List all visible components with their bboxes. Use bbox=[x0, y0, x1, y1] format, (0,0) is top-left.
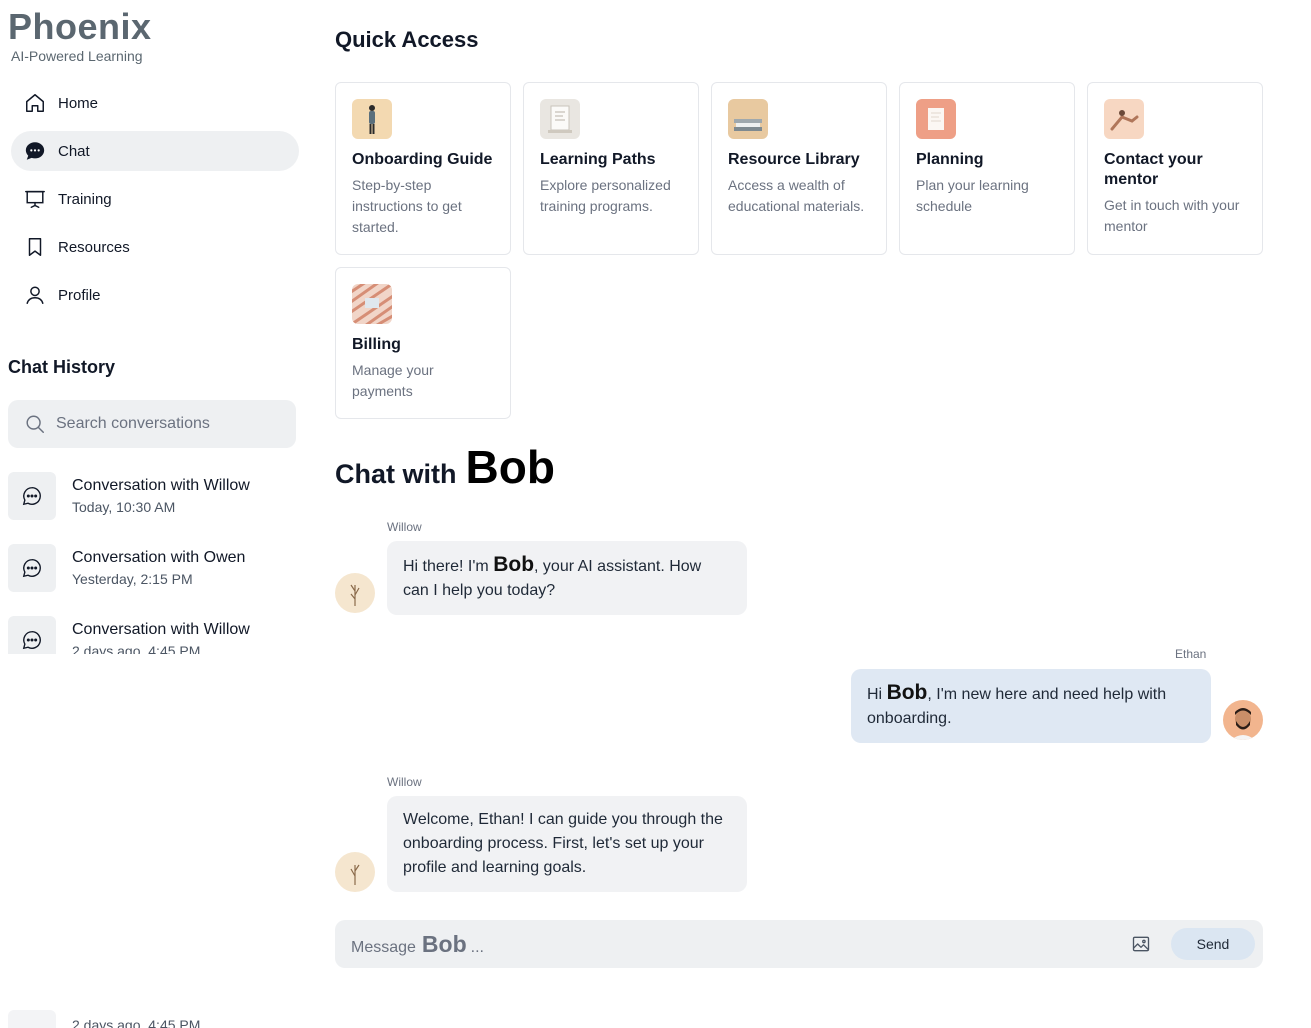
conversation-title: Conversation with Willow bbox=[72, 477, 250, 494]
chat-title: Chat with Bob bbox=[335, 440, 555, 494]
card-resource-library[interactable]: Resource Library Access a wealth of educ… bbox=[711, 82, 887, 255]
card-title: Billing bbox=[352, 336, 401, 353]
placeholder-suffix: ... bbox=[470, 938, 484, 956]
bookmark-icon bbox=[24, 236, 46, 258]
nav-item-label: Resources bbox=[58, 238, 130, 256]
conversation-time: 2 days ago, 4:45 PM bbox=[72, 643, 201, 654]
main-content: Quick Access Onboarding Guide Step-by-st… bbox=[335, 0, 1265, 1028]
library-image bbox=[728, 99, 768, 139]
nav-item-resources[interactable]: Resources bbox=[11, 227, 299, 267]
home-icon bbox=[24, 92, 46, 114]
message-text: Welcome, Ethan! I can guide you through … bbox=[403, 811, 723, 876]
assistant-name-inline: Bob bbox=[493, 553, 535, 576]
presentation-icon bbox=[24, 188, 46, 210]
card-billing[interactable]: Billing Manage your payments bbox=[335, 267, 511, 419]
message-sender: Willow bbox=[387, 775, 422, 789]
card-description: Explore personalized training programs. bbox=[540, 177, 671, 214]
assistant-avatar bbox=[335, 852, 375, 892]
message-bubble: Welcome, Ethan! I can guide you through … bbox=[387, 796, 747, 892]
user-icon bbox=[24, 284, 46, 306]
assistant-avatar bbox=[335, 573, 375, 613]
card-learning-paths[interactable]: Learning Paths Explore personalized trai… bbox=[523, 82, 699, 255]
send-button[interactable]: Send bbox=[1171, 928, 1255, 960]
chat-title-prefix: Chat with bbox=[335, 459, 457, 489]
brand-title: Phoenix bbox=[8, 6, 152, 47]
card-description: Step-by-step instructions to get started… bbox=[352, 177, 462, 235]
search-input[interactable] bbox=[56, 415, 276, 433]
card-planning[interactable]: Planning Plan your learning schedule bbox=[899, 82, 1075, 255]
nav-item-label: Home bbox=[58, 94, 99, 112]
conversation-title: Conversation with Owen bbox=[72, 549, 246, 566]
card-title: Resource Library bbox=[728, 151, 860, 168]
card-description: Get in touch with your mentor bbox=[1104, 197, 1240, 234]
message-sender: Ethan bbox=[1175, 647, 1207, 661]
placeholder-name: Bob bbox=[421, 930, 467, 957]
conversation-title: Conversation with Willow bbox=[72, 621, 250, 638]
sidebar: Phoenix AI-Powered Learning Home Chat Tr… bbox=[0, 0, 310, 1028]
main-nav: Home Chat Training Resources Profile bbox=[11, 83, 299, 323]
placeholder-prefix: Message bbox=[351, 938, 416, 956]
card-description: Access a wealth of educational materials… bbox=[728, 177, 865, 214]
quick-access-title: Quick Access bbox=[335, 27, 479, 52]
conversation-icon bbox=[8, 616, 56, 654]
nav-item-chat[interactable]: Chat bbox=[11, 131, 299, 171]
brand-subtitle: AI-Powered Learning bbox=[11, 48, 143, 64]
card-onboarding-guide[interactable]: Onboarding Guide Step-by-step instructio… bbox=[335, 82, 511, 255]
card-title: Learning Paths bbox=[540, 151, 656, 168]
assistant-name: Bob bbox=[465, 441, 555, 493]
assistant-name-inline: Bob bbox=[886, 681, 928, 704]
conversation-item[interactable]: Conversation with Owen Yesterday, 2:15 P… bbox=[8, 544, 308, 592]
onboarding-image bbox=[352, 99, 392, 139]
nav-item-training[interactable]: Training bbox=[11, 179, 299, 219]
message-bubble: Hi there! I'm Bob, your AI assistant. Ho… bbox=[387, 541, 747, 615]
conversation-time: 2 days ago, 4:45 PM bbox=[72, 1017, 201, 1028]
learning-paths-image bbox=[540, 99, 580, 139]
message-composer[interactable]: Message Bob ... Send bbox=[335, 920, 1263, 968]
conversation-time: Yesterday, 2:15 PM bbox=[72, 571, 193, 587]
card-title: Onboarding Guide bbox=[352, 151, 493, 168]
message-text: Hi bbox=[867, 686, 883, 703]
attach-image-icon[interactable] bbox=[1131, 934, 1151, 954]
card-title: Contact your mentor bbox=[1104, 151, 1203, 188]
conversation-icon bbox=[8, 1010, 56, 1028]
conversation-icon bbox=[8, 472, 56, 520]
nav-item-label: Training bbox=[58, 190, 112, 208]
user-avatar bbox=[1223, 700, 1263, 740]
message-input[interactable]: Message Bob ... bbox=[351, 931, 484, 958]
chat-history-title: Chat History bbox=[8, 357, 116, 377]
conversation-list: Conversation with Willow Today, 10:30 AM… bbox=[8, 472, 308, 654]
nav-item-label: Chat bbox=[58, 142, 90, 160]
conversation-icon bbox=[8, 544, 56, 592]
nav-item-home[interactable]: Home bbox=[11, 83, 299, 123]
conversation-time: Today, 10:30 AM bbox=[72, 499, 176, 515]
message-bubble: Hi Bob, I'm new here and need help with … bbox=[851, 669, 1211, 743]
billing-image bbox=[352, 284, 392, 324]
conversation-item[interactable]: Conversation with Willow 2 days ago, 4:4… bbox=[8, 616, 308, 654]
card-title: Planning bbox=[916, 151, 984, 168]
message-sender: Willow bbox=[387, 520, 422, 534]
nav-item-profile[interactable]: Profile bbox=[11, 275, 299, 315]
conversation-item[interactable]: Conversation with Willow Today, 10:30 AM bbox=[8, 472, 308, 520]
conversation-search bbox=[8, 400, 296, 448]
nav-item-label: Profile bbox=[58, 286, 101, 304]
search-icon bbox=[24, 413, 46, 435]
conversation-item-overflow: 2 days ago, 4:45 PM bbox=[8, 1006, 200, 1028]
card-contact-mentor[interactable]: Contact your mentor Get in touch with yo… bbox=[1087, 82, 1263, 255]
card-description: Manage your payments bbox=[352, 362, 434, 399]
planning-image bbox=[916, 99, 956, 139]
mentor-image bbox=[1104, 99, 1144, 139]
chat-bubble-icon bbox=[24, 140, 46, 162]
card-description: Plan your learning schedule bbox=[916, 177, 1029, 214]
message-text: Hi there! I'm bbox=[403, 558, 489, 575]
